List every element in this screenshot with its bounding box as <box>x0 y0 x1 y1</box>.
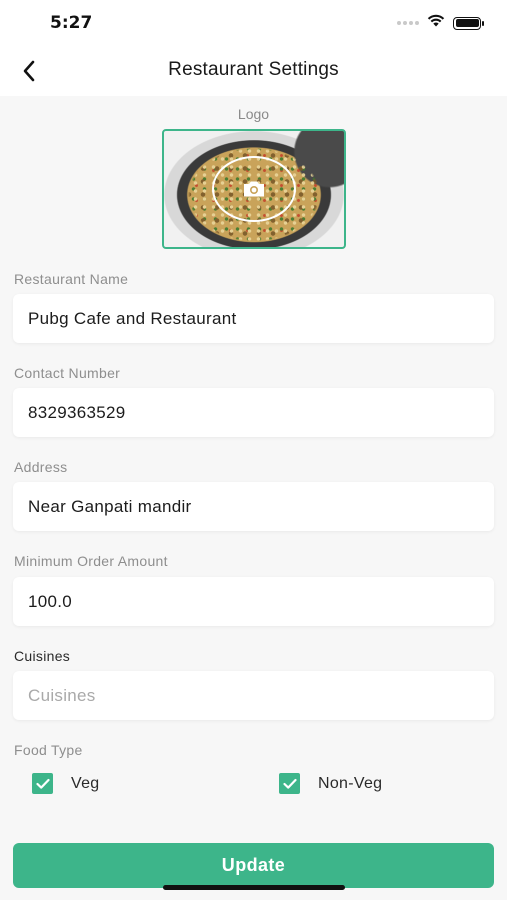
veg-checkbox[interactable] <box>32 773 53 794</box>
battery-icon <box>453 16 484 30</box>
camera-button[interactable] <box>212 156 296 222</box>
status-time: 5:27 <box>50 13 93 33</box>
status-icons <box>397 14 484 32</box>
non-veg-option[interactable]: Non-Veg <box>279 773 382 794</box>
wifi-icon <box>427 14 445 32</box>
address-label: Address <box>14 459 68 475</box>
signal-dots-icon <box>397 21 419 25</box>
min-order-input[interactable]: 100.0 <box>13 577 494 626</box>
min-order-label: Minimum Order Amount <box>14 553 168 569</box>
non-veg-label: Non-Veg <box>318 774 383 792</box>
home-indicator <box>163 885 345 890</box>
checkmark-icon <box>35 778 50 789</box>
camera-icon <box>244 181 264 197</box>
veg-option[interactable]: Veg <box>32 773 100 794</box>
restaurant-name-input[interactable]: Pubg Cafe and Restaurant <box>13 294 494 343</box>
contact-number-label: Contact Number <box>14 365 121 381</box>
food-type-label: Food Type <box>14 742 83 758</box>
cuisines-input[interactable]: Cuisines <box>13 671 494 720</box>
logo-label: Logo <box>237 106 270 122</box>
cuisines-label: Cuisines <box>14 648 71 664</box>
restaurant-name-label: Restaurant Name <box>14 271 129 287</box>
checkmark-icon <box>282 778 297 789</box>
address-input[interactable]: Near Ganpati mandir <box>13 482 494 531</box>
page-title: Restaurant Settings <box>168 59 339 80</box>
status-bar: 5:27 <box>0 0 507 46</box>
veg-label: Veg <box>71 774 100 792</box>
update-button[interactable]: Update <box>13 843 494 888</box>
logo-image-picker[interactable] <box>162 129 346 249</box>
nav-bar: Restaurant Settings <box>0 46 507 96</box>
non-veg-checkbox[interactable] <box>279 773 300 794</box>
contact-number-input[interactable]: 8329363529 <box>13 388 494 437</box>
